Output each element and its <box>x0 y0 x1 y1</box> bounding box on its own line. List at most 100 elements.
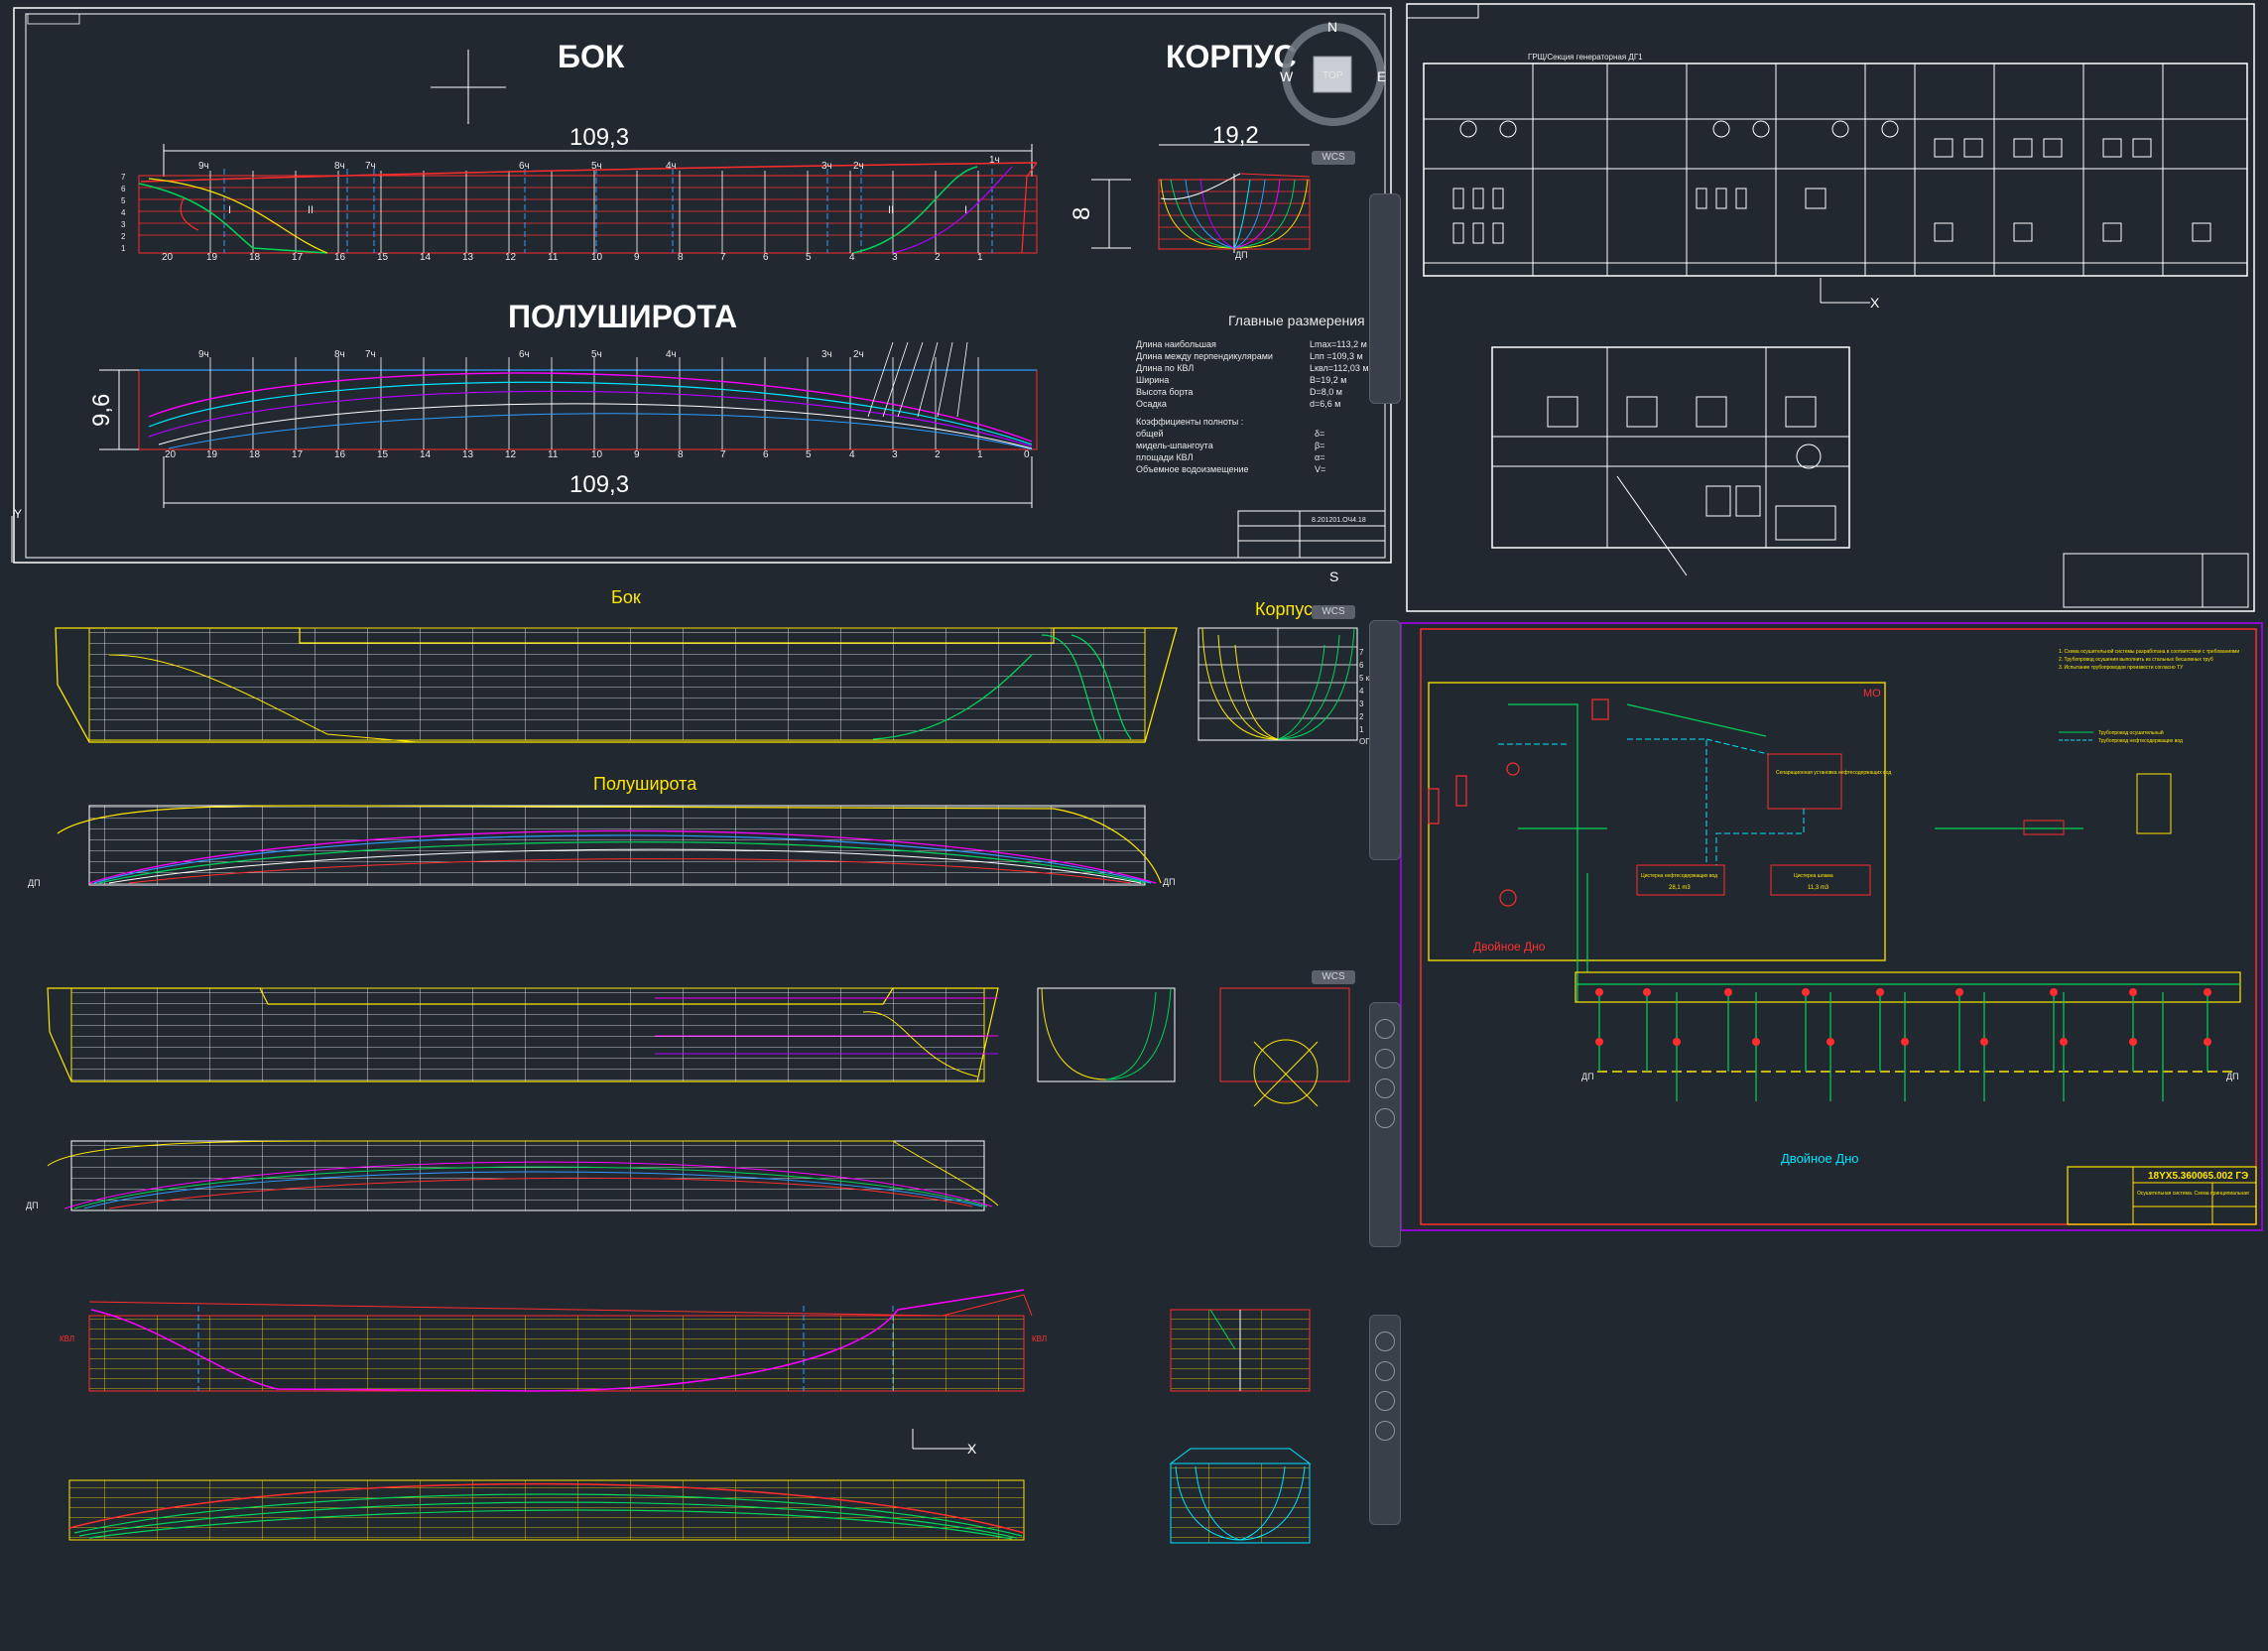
svg-text:Коэффициенты полноты :: Коэффициенты полноты : <box>1136 417 1243 427</box>
svg-text:Высота борта: Высота борта <box>1136 387 1193 397</box>
navigation-bar-2[interactable] <box>1369 620 1401 860</box>
zoom-icon[interactable] <box>1375 1049 1395 1069</box>
svg-text:Цистерна нефтесодержащих вод: Цистерна нефтесодержащих вод <box>1641 873 1717 879</box>
sheet-lines-drawing-4[interactable]: КВЛ КВЛ X <box>60 1289 1312 1544</box>
electrical-switchboard-drawing[interactable]: ГРЩ/Секция генераторная ДГ1 X <box>1406 3 2255 612</box>
steering-wheel-icon[interactable] <box>1375 1332 1395 1351</box>
svg-text:площади КВЛ: площади КВЛ <box>1136 452 1194 462</box>
pan-icon[interactable] <box>1375 1019 1395 1039</box>
svg-text:ДП: ДП <box>26 1201 39 1210</box>
bilge-system-schematic[interactable]: МО Двойное Дно Сепарационная установка н… <box>1400 622 2263 1231</box>
side-profile-grid[interactable]: 7 6 5 4 3 2 1 <box>121 162 1038 254</box>
svg-text:5: 5 <box>806 252 812 263</box>
svg-text:S: S <box>1329 569 1338 584</box>
svg-text:2: 2 <box>935 252 941 263</box>
svg-text:17: 17 <box>292 449 304 460</box>
svg-text:11,3 m3: 11,3 m3 <box>1808 885 1829 891</box>
dim-beam: 19,2 <box>1212 122 1259 149</box>
svg-text:1. Схема осушительной системы: 1. Схема осушительной системы разработан… <box>2059 648 2239 655</box>
svg-text:1: 1 <box>121 244 126 253</box>
svg-text:β=: β= <box>1315 441 1324 450</box>
svg-text:Трубопровод нефтесодержащих во: Трубопровод нефтесодержащих вод <box>2098 738 2183 744</box>
svg-text:8ч: 8ч <box>334 349 345 360</box>
pipe-notes: 1. Схема осушительной системы разработан… <box>2059 648 2239 744</box>
zoom-icon[interactable] <box>1375 1391 1395 1411</box>
svg-text:7: 7 <box>720 252 726 263</box>
svg-text:Y: Y <box>14 507 22 521</box>
svg-text:8ч: 8ч <box>334 161 345 172</box>
svg-text:4: 4 <box>849 449 855 460</box>
svg-text:16: 16 <box>334 252 346 263</box>
svg-text:4: 4 <box>849 252 855 263</box>
svg-text:9ч: 9ч <box>198 161 209 172</box>
svg-text:3ч: 3ч <box>821 161 832 172</box>
station-labels-half: 20 19 18 17 16 15 14 13 12 11 10 9 8 7 6… <box>165 449 1030 460</box>
svg-text:5: 5 <box>121 196 126 205</box>
roman-labels-side: I II II I <box>228 204 967 216</box>
navigation-bar-1[interactable] <box>1369 193 1401 404</box>
svg-text:18: 18 <box>249 252 261 263</box>
svg-text:1ч: 1ч <box>989 155 1000 166</box>
svg-text:D=8,0 м: D=8,0 м <box>1310 387 1342 397</box>
svg-text:3: 3 <box>1359 699 1364 708</box>
svg-text:12: 12 <box>505 252 517 263</box>
sheet-lines-drawing-2[interactable]: Бок Корпус Полуширота 76 5 квл4 32 1ОП <box>28 587 1378 888</box>
wcs-menu-1[interactable]: WCS <box>1312 151 1355 165</box>
title-block-sheet1: 8.201201.ОЧ4.18 <box>1237 510 1386 559</box>
orbit-icon[interactable] <box>1375 1079 1395 1098</box>
svg-text:Lквл=112,03 м: Lквл=112,03 м <box>1310 363 1369 373</box>
svg-text:2: 2 <box>935 449 941 460</box>
svg-text:9: 9 <box>634 252 640 263</box>
sheet-lines-drawing-3[interactable]: ДП <box>26 987 1350 1211</box>
svg-text:7: 7 <box>720 449 726 460</box>
station-labels-side: 20 19 18 17 16 15 14 13 12 11 10 9 8 7 6… <box>162 252 983 263</box>
svg-text:II: II <box>888 204 894 216</box>
svg-text:6ч: 6ч <box>519 161 530 172</box>
navigation-bar-3[interactable] <box>1369 1002 1401 1247</box>
svg-text:2. Трубопровод осушения выполн: 2. Трубопровод осушения выполнить из ста… <box>2059 657 2213 663</box>
svg-text:14: 14 <box>420 252 432 263</box>
navigation-bar-4[interactable] <box>1369 1315 1401 1525</box>
svg-text:I: I <box>964 204 967 216</box>
svg-text:8: 8 <box>678 252 684 263</box>
svg-text:II: II <box>308 204 314 216</box>
svg-text:16: 16 <box>334 449 346 460</box>
frame-labels-half: 9ч 8ч 7ч 6ч 5ч 4ч 3ч 2ч <box>198 349 864 360</box>
title-body-plan: КОРПУС <box>1166 39 1297 74</box>
half-breadth-plan[interactable]: 9,6 109,3 <box>88 341 1038 508</box>
svg-text:ДП: ДП <box>1163 877 1176 887</box>
svg-text:ДП: ДП <box>2226 1072 2239 1081</box>
svg-text:10: 10 <box>591 252 603 263</box>
showmotion-icon[interactable] <box>1375 1108 1395 1128</box>
svg-text:N: N <box>1327 19 1337 35</box>
svg-text:20: 20 <box>162 252 174 263</box>
svg-text:W: W <box>1280 68 1294 84</box>
svg-text:7: 7 <box>1359 648 1364 657</box>
svg-text:TOP: TOP <box>1323 70 1343 81</box>
cad-drawing-canvas[interactable]: Y БОК КОРПУС ПОЛУШИРОТА 109,3 7654 321 9… <box>0 0 2268 1651</box>
svg-text:Lпп =109,3 м: Lпп =109,3 м <box>1310 351 1363 361</box>
svg-text:E: E <box>1377 68 1386 84</box>
svg-text:2: 2 <box>1359 712 1364 721</box>
svg-text:d=6,6 м: d=6,6 м <box>1310 399 1340 409</box>
svg-text:8: 8 <box>678 449 684 460</box>
svg-text:Длина наибольшая: Длина наибольшая <box>1136 339 1216 349</box>
pan-icon[interactable] <box>1375 1361 1395 1381</box>
svg-text:2ч: 2ч <box>853 161 864 172</box>
svg-text:10: 10 <box>591 449 603 460</box>
svg-text:Осадка: Осадка <box>1136 399 1167 409</box>
dim-length-top: 109,3 <box>569 124 629 151</box>
orbit-icon[interactable] <box>1375 1421 1395 1441</box>
svg-text:δ=: δ= <box>1315 429 1324 439</box>
svg-text:18: 18 <box>249 449 261 460</box>
wcs-menu-2[interactable]: WCS <box>1312 605 1355 619</box>
svg-text:6: 6 <box>1359 661 1364 670</box>
wcs-menu-3[interactable]: WCS <box>1312 970 1355 984</box>
sheet-lines-drawing[interactable]: Y БОК КОРПУС ПОЛУШИРОТА 109,3 7654 321 9… <box>11 7 1392 564</box>
svg-text:Главные размерения: Главные размерения <box>1228 313 1365 328</box>
svg-text:3: 3 <box>892 252 898 263</box>
svg-text:1: 1 <box>977 252 983 263</box>
svg-text:КВЛ: КВЛ <box>60 1334 74 1343</box>
svg-text:17: 17 <box>292 252 304 263</box>
body-plan[interactable]: 19,2 8 ДП <box>1069 122 1311 260</box>
